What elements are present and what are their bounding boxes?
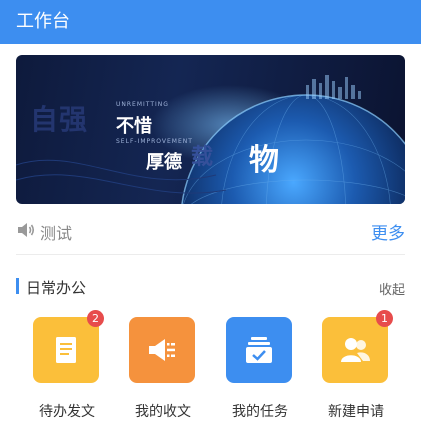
section-accent-bar [16, 278, 19, 294]
app-my-received-docs[interactable]: 我的收文 [129, 317, 197, 420]
banner-slogan-zai: 载 [191, 145, 214, 170]
app-label[interactable]: 新建申请 [312, 401, 400, 421]
users-icon [341, 338, 370, 362]
banner-slogan-houde: 厚德 [146, 152, 182, 173]
app-tile[interactable] [33, 317, 99, 383]
banner-carousel[interactable]: 自强 UNREMITTING 不惜 SELF-IMPROVEMENT 厚德 载 … [16, 55, 405, 204]
banner-self-improvement: SELF-IMPROVEMENT [116, 138, 193, 145]
section-title: 日常办公 [26, 279, 87, 297]
document-icon [56, 337, 76, 363]
app-label[interactable]: 待办发文 [23, 401, 111, 421]
divider [16, 254, 405, 255]
app-tile[interactable] [322, 317, 388, 383]
unread-badge: 1 [376, 310, 393, 327]
section-header-daily-office: 日常办公 收起 [16, 277, 405, 298]
app-header: 工作台 [0, 0, 421, 44]
banner-slogan-wu: 物 [249, 143, 279, 178]
app-tile[interactable] [226, 317, 292, 383]
unread-badge: 2 [87, 310, 104, 327]
app-tile[interactable] [129, 317, 195, 383]
megaphone-icon [149, 339, 175, 361]
app-label[interactable]: 我的收文 [119, 401, 207, 421]
notice-text[interactable]: 测试 [40, 220, 72, 244]
banner-slogan-buxi: 不惜 [116, 116, 152, 137]
app-label[interactable]: 我的任务 [216, 401, 304, 421]
banner-unremitting: UNREMITTING [116, 101, 169, 108]
more-link[interactable]: 更多 [371, 219, 405, 244]
app-pending-dispatch[interactable]: 2 待办发文 [33, 310, 104, 420]
banner-slogan-ziqiang: 自强 [30, 103, 89, 136]
notice-bar[interactable]: 测试 更多 [16, 218, 405, 244]
page-title: 工作台 [16, 11, 70, 32]
task-check-icon [246, 337, 272, 363]
app-my-tasks[interactable]: 我的任务 [226, 317, 294, 420]
speaker-icon [16, 221, 36, 243]
app-new-application[interactable]: 1 新建申请 [322, 310, 393, 420]
collapse-button[interactable]: 收起 [379, 279, 405, 298]
